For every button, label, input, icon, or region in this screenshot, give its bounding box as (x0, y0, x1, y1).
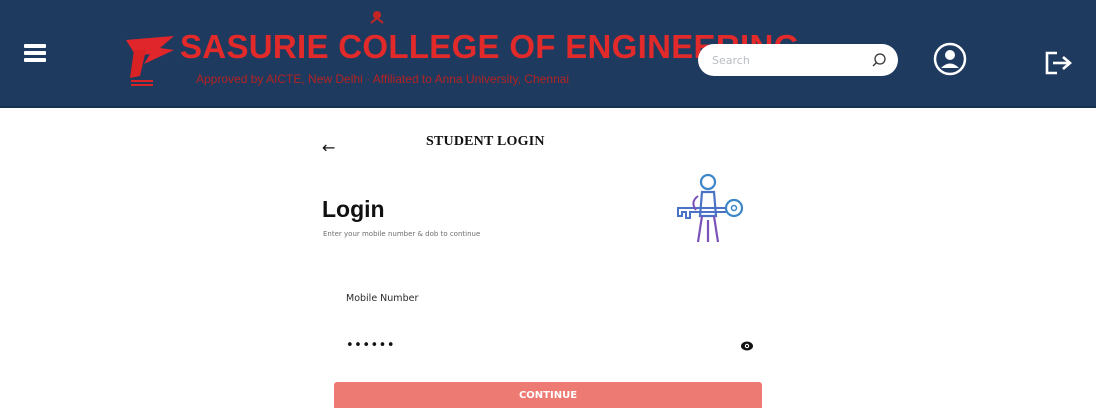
search-icon[interactable] (870, 51, 888, 69)
top-header: SASURIE COLLEGE OF ENGINEERING Approved … (0, 0, 1096, 108)
login-instructions: Enter your mobile number & dob to contin… (323, 230, 481, 238)
password-field[interactable]: •••••• (340, 338, 758, 358)
college-logo (126, 36, 174, 88)
login-heading: Login (322, 196, 385, 222)
crest-icon (370, 11, 384, 24)
search-box[interactable] (698, 44, 898, 76)
hamburger-menu-icon[interactable] (24, 44, 46, 62)
continue-button[interactable]: CONTINUE (334, 382, 762, 408)
password-value: •••••• (346, 338, 396, 353)
user-profile-icon[interactable] (933, 42, 967, 76)
college-subtitle: Approved by AICTE, New Delhi · Affiliate… (196, 72, 570, 86)
page-title: STUDENT LOGIN (426, 134, 545, 149)
mobile-number-field[interactable] (340, 308, 758, 328)
person-with-key-icon (677, 173, 744, 243)
search-input[interactable] (712, 51, 862, 69)
back-arrow-icon[interactable]: ← (322, 138, 342, 158)
logout-icon[interactable] (1043, 50, 1075, 76)
eye-icon[interactable] (740, 340, 754, 352)
mobile-number-label: Mobile Number (346, 293, 419, 304)
